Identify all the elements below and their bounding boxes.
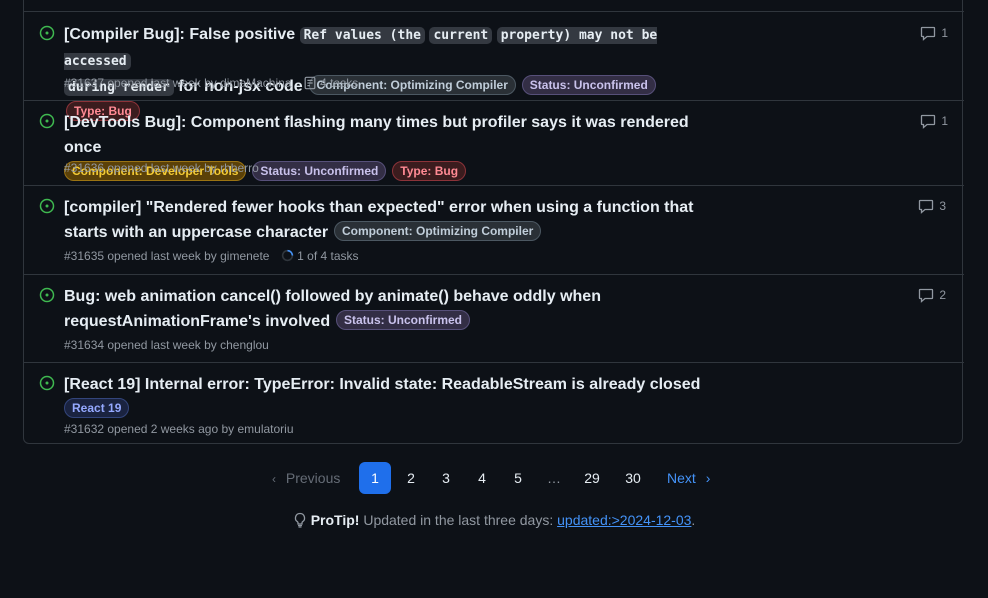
open-issue-icon <box>39 198 55 214</box>
protip-end: . <box>691 512 696 528</box>
chevron-left-icon: ‹ <box>272 472 276 486</box>
page-5-button[interactable]: 5 <box>502 462 534 494</box>
comment-icon <box>919 288 934 303</box>
issue-content: [compiler] "Rendered fewer hooks than ex… <box>64 195 734 245</box>
label-status[interactable]: Status: Unconfirmed <box>521 75 656 96</box>
task-list-icon <box>304 76 316 90</box>
comment-icon <box>919 199 934 214</box>
comment-count[interactable]: 1 <box>920 113 948 129</box>
page-1-button[interactable]: 1 <box>359 462 391 494</box>
open-issue-icon <box>39 113 55 129</box>
label-status[interactable]: Status: Unconfirmed <box>335 310 470 331</box>
issue-row[interactable]: Bug: web animation cancel() followed by … <box>24 274 964 362</box>
progress-ring-icon <box>281 249 294 262</box>
issue-meta-text: #31635 opened last week by gimenete <box>64 249 270 263</box>
tasks-label: 4 tasks <box>320 76 359 90</box>
issue-meta: #31637 opened last week by dimaMachina 4… <box>64 76 358 90</box>
protip-text: Updated in the last three days: <box>359 512 558 528</box>
label-component[interactable]: Component: Optimizing Compiler <box>334 221 542 242</box>
issue-title[interactable]: [DevTools Bug]: Component flashing many … <box>64 114 689 156</box>
comment-icon <box>921 114 936 129</box>
protip: ProTip! Updated in the last three days: … <box>0 512 988 528</box>
comment-icon <box>921 26 936 41</box>
chevron-right-icon: › <box>705 470 711 486</box>
page-2-button[interactable]: 2 <box>395 462 427 494</box>
page-30-button[interactable]: 30 <box>617 462 649 494</box>
issue-meta-text: #31636 opened last week by rhberro <box>64 161 259 175</box>
issue-row[interactable]: [DevTools Bug]: Component flashing many … <box>24 100 964 185</box>
issue-meta: #31634 opened last week by chenglou <box>64 338 269 352</box>
comment-count[interactable]: 1 <box>920 25 948 41</box>
tasks-progress: 4 tasks <box>303 76 358 90</box>
open-issue-icon <box>39 25 55 41</box>
label-status[interactable]: Status: Unconfirmed <box>252 161 387 182</box>
issue-meta: #31635 opened last week by gimenete 1 of… <box>64 249 359 263</box>
label-react-19[interactable]: React 19 <box>64 398 130 419</box>
page-gap-ellipsis: … <box>547 470 561 486</box>
comment-count[interactable]: 2 <box>918 287 946 303</box>
issue-row[interactable]: [Compiler Bug]: False positive Ref value… <box>24 11 964 122</box>
open-issue-icon <box>39 287 55 303</box>
protip-link[interactable]: updated:>2024-12-03 <box>557 512 691 528</box>
issue-meta: #31632 opened 2 weeks ago by emulatoriu <box>64 422 294 436</box>
comment-count[interactable]: 3 <box>918 198 946 214</box>
pagination: ‹ Previous 1 2 3 4 5 … 29 30 Next › <box>0 462 988 494</box>
open-issue-icon <box>39 375 55 391</box>
protip-label: ProTip! <box>310 512 360 528</box>
tasks-progress: 1 of 4 tasks <box>281 249 359 263</box>
page-29-button[interactable]: 29 <box>576 462 608 494</box>
issue-title[interactable]: Bug: web animation cancel() followed by … <box>64 288 601 330</box>
issue-meta-text: #31632 opened 2 weeks ago by emulatoriu <box>64 422 294 436</box>
page-4-button[interactable]: 4 <box>466 462 498 494</box>
light-bulb-icon <box>294 512 305 528</box>
label-type[interactable]: Type: Bug <box>392 161 467 182</box>
issue-row[interactable]: [React 19] Internal error: TypeError: In… <box>24 362 964 444</box>
issue-meta-text: #31634 opened last week by chenglou <box>64 338 269 352</box>
issue-meta: #31636 opened last week by rhberro <box>64 161 259 175</box>
next-page-button[interactable]: Next › <box>667 462 710 494</box>
issue-content: Bug: web animation cancel() followed by … <box>64 284 604 334</box>
issue-row[interactable]: [compiler] "Rendered fewer hooks than ex… <box>24 185 964 274</box>
previous-page-button[interactable]: ‹ Previous <box>272 462 340 494</box>
issue-title[interactable]: [React 19] Internal error: TypeError: In… <box>64 376 700 393</box>
issue-content: [React 19] Internal error: TypeError: In… <box>64 372 724 421</box>
page-3-button[interactable]: 3 <box>430 462 462 494</box>
tasks-label: 1 of 4 tasks <box>297 249 359 263</box>
issue-meta-text: #31637 opened last week by dimaMachina <box>64 76 292 90</box>
